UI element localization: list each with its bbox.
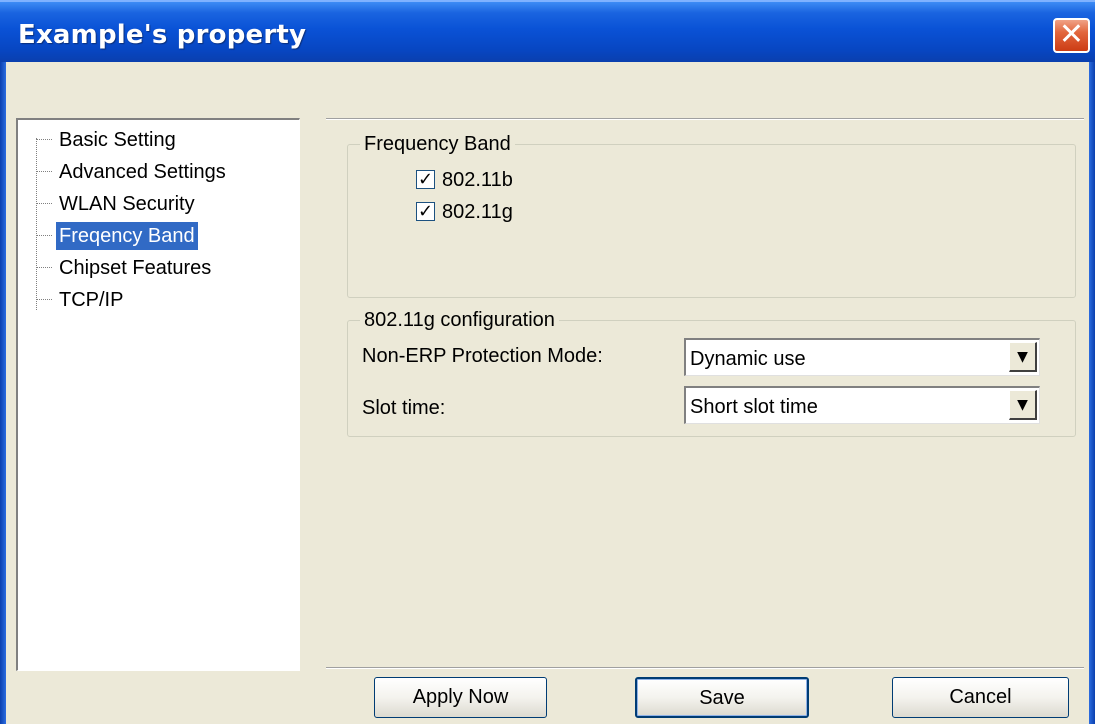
dropdown-arrow-icon[interactable]: ▼ [1009,390,1037,420]
title-bar: Example's property ✕ [0,0,1095,62]
tree-branch [36,235,52,236]
checkbox-80211b[interactable]: ✓ [416,170,435,189]
content-top-divider [326,118,1084,120]
tree-branch [36,299,52,300]
save-button[interactable]: Save [635,677,809,718]
tree-item-label: WLAN Security [59,193,195,215]
tree-item-label: Basic Setting [59,129,176,151]
protection-mode-label: Non-ERP Protection Mode: [362,345,603,367]
tree-connector-line [36,138,37,310]
checkbox-label-80211b: 802.11b [442,169,513,191]
close-icon: ✕ [1058,17,1085,52]
tree-branch [36,139,52,140]
checkbox-80211g[interactable]: ✓ [416,202,435,221]
tree-item-label-selected: Freqency Band [56,222,198,250]
tree-branch [36,267,52,268]
tree-item-label: Advanced Settings [59,161,226,183]
slot-time-value: Short slot time [690,396,818,418]
frequency-band-legend: Frequency Band [360,131,515,157]
g-config-legend: 802.11g configuration [360,307,559,333]
slot-time-select[interactable]: Short slot time ▼ [684,386,1040,424]
close-button[interactable]: ✕ [1053,18,1090,53]
tree-item-label: TCP/IP [59,289,124,311]
content-bottom-divider [326,667,1084,669]
apply-now-button[interactable]: Apply Now [374,677,547,718]
g-config-group: 802.11g configuration Non-ERP Protection… [347,307,1076,437]
tree-branch [36,203,52,204]
window-title: Example's property [18,20,307,50]
window-frame-right [1089,62,1095,724]
cancel-button[interactable]: Cancel [892,677,1069,718]
checkbox-label-80211g: 802.11g [442,201,513,223]
settings-tree[interactable]: Basic Setting Advanced Settings WLAN Sec… [16,118,300,671]
dropdown-arrow-icon[interactable]: ▼ [1009,342,1037,372]
tree-item-label: Chipset Features [59,257,212,279]
tree-branch [36,171,52,172]
frequency-band-group: Frequency Band ✓ 802.11b ✓ 802.11g [347,131,1076,298]
protection-mode-select[interactable]: Dynamic use ▼ [684,338,1040,376]
window-frame-left [0,62,6,724]
slot-time-label: Slot time: [362,397,446,419]
protection-mode-value: Dynamic use [690,348,806,370]
